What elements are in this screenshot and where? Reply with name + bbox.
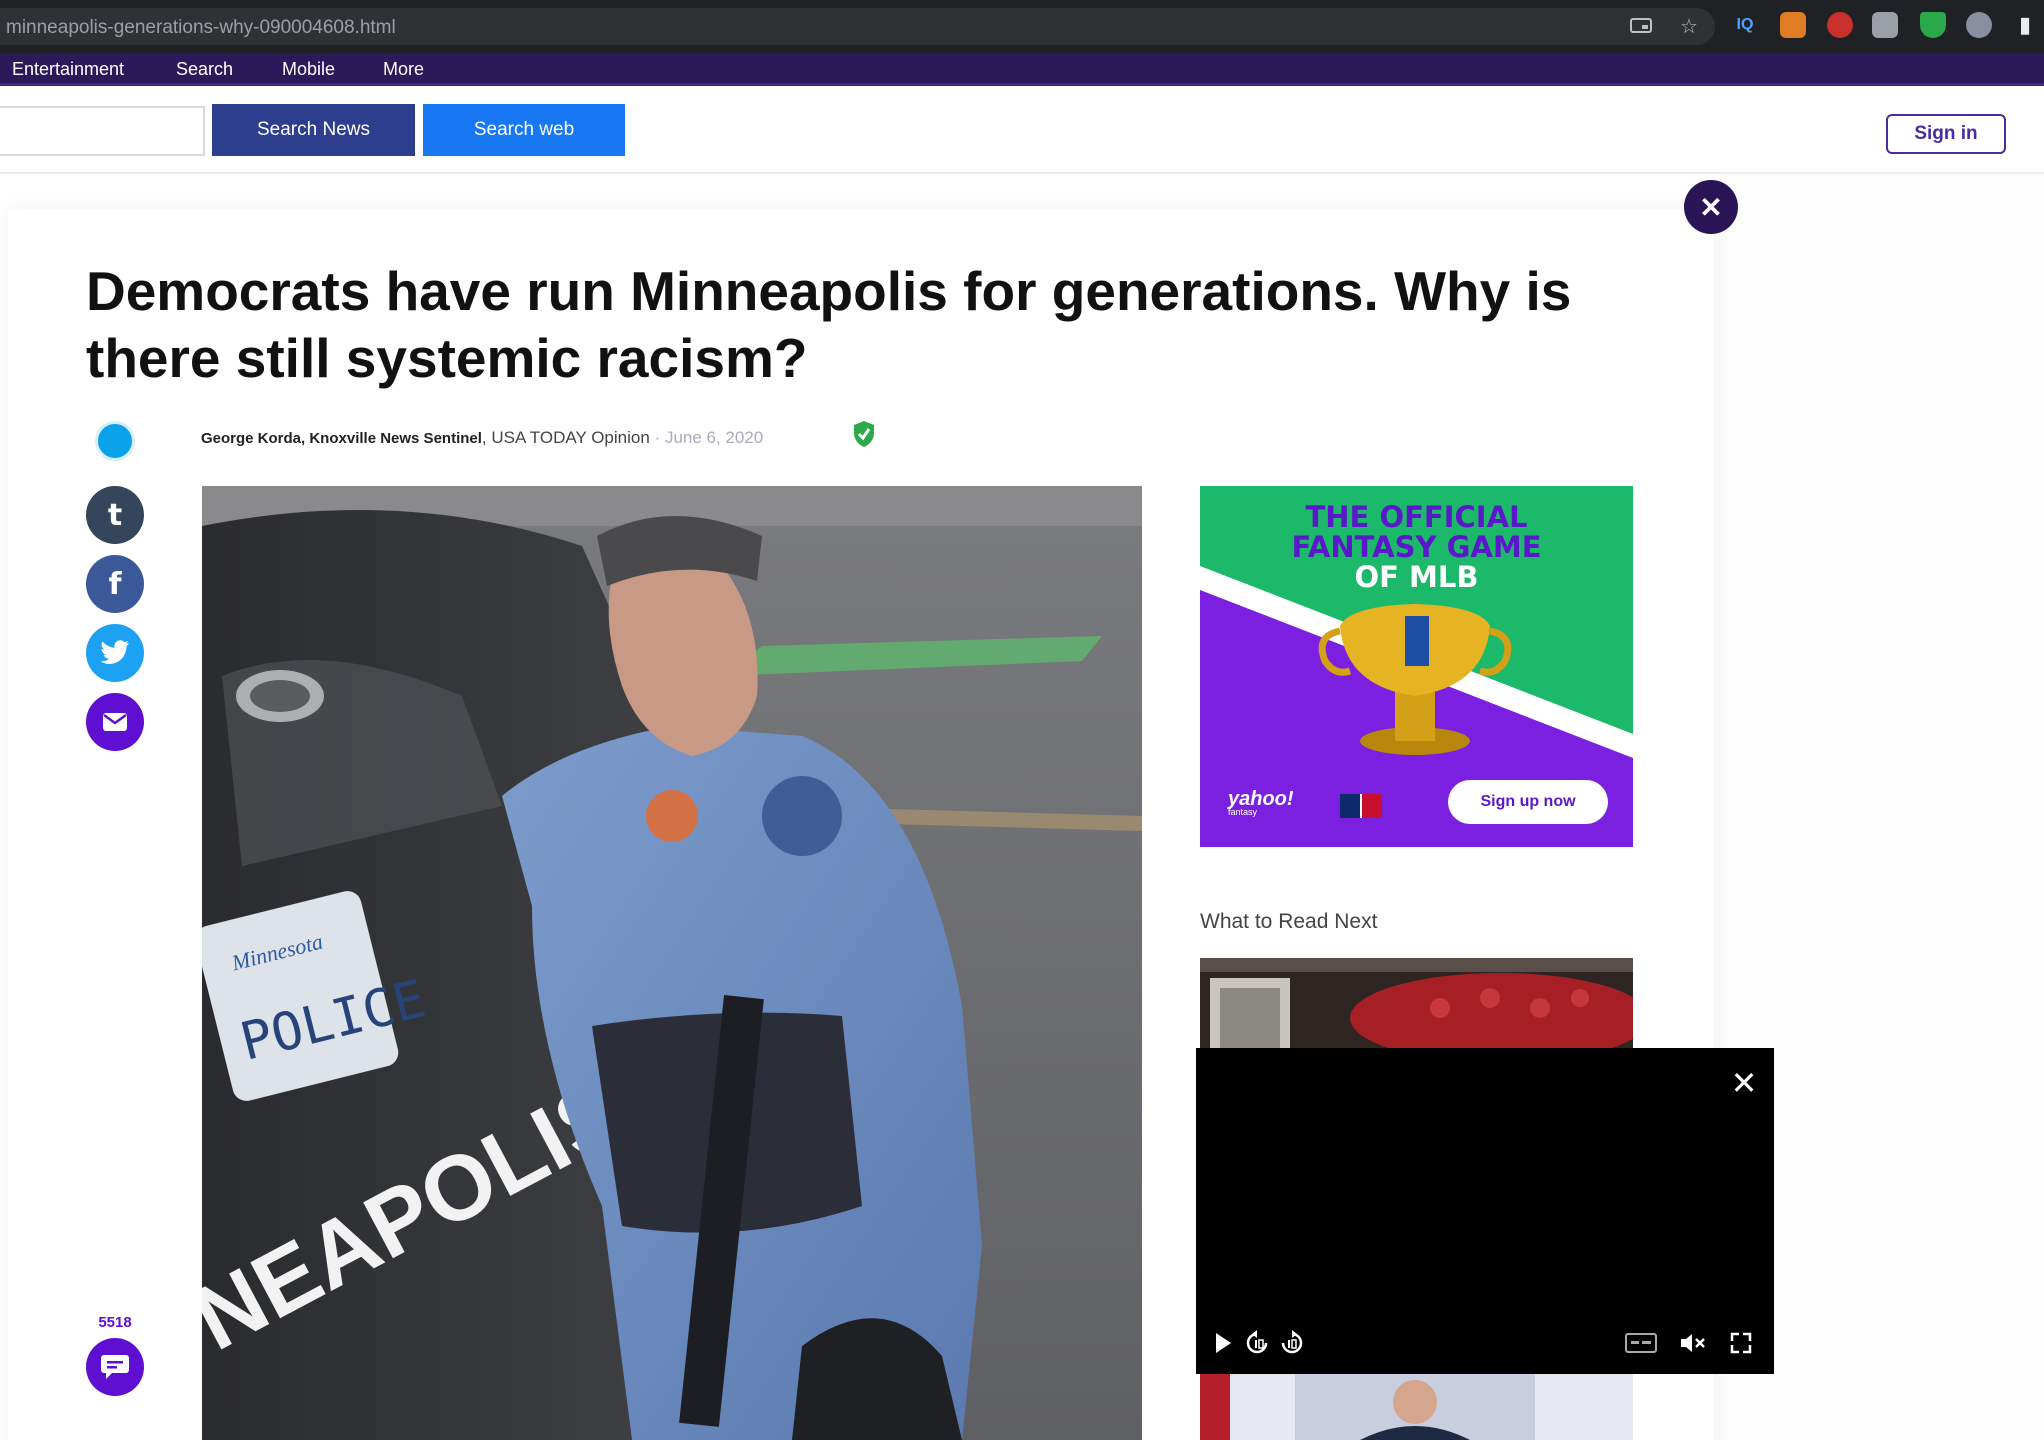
close-icon: ✕ [1699,191,1723,223]
video-close-button[interactable]: ✕ [1727,1065,1761,1101]
rewind-10-button[interactable] [1242,1326,1272,1360]
byline-separator: · [654,428,661,447]
site-nav: Entertainment Search Mobile More [0,53,2044,86]
tumblr-icon: t [107,497,123,533]
fullscreen-button[interactable] [1726,1326,1756,1360]
captions-button[interactable] [1624,1326,1658,1360]
rewind-icon [1246,1330,1268,1354]
sign-in-button[interactable]: Sign in [1886,114,2006,154]
nav-item-search[interactable]: Search [176,59,233,80]
puzzle-extension-icon[interactable]: ▮ [2012,12,2038,38]
ad-sign-up-button[interactable]: Sign up now [1448,780,1608,824]
close-article-button[interactable]: ✕ [1684,180,1738,234]
ad-headline: THE OFFICIAL FANTASY GAME OF MLB [1291,500,1542,594]
nav-item-mobile[interactable]: Mobile [282,59,335,80]
article-headline: Democrats have run Minneapolis for gener… [86,260,1572,389]
notification-extension-icon[interactable] [1827,12,1853,38]
read-next-thumbnail-2[interactable] [1200,1372,1633,1440]
shield-extension-icon[interactable] [1920,12,1946,38]
outlet-name: USA TODAY Opinion [491,428,650,447]
share-facebook-button[interactable]: f [86,555,144,613]
settings-extension-icon[interactable] [1966,12,1992,38]
extension-icon[interactable] [1872,12,1898,38]
byline: George Korda, Knoxville News Sentinel, U… [201,428,764,447]
forward-10-button[interactable] [1277,1326,1307,1360]
iq-extension-icon[interactable]: IQ [1732,12,1758,38]
captions-icon [1625,1333,1657,1353]
search-web-button[interactable]: Search web [423,104,625,156]
read-next-thumbnail[interactable] [1200,958,1633,1048]
address-bar[interactable]: minneapolis-generations-why-090004608.ht… [0,8,1715,45]
twitter-icon [100,640,129,664]
close-icon: ✕ [1730,1065,1758,1101]
forward-icon [1281,1330,1303,1354]
article-hero-image[interactable]: POLICE Minnesota NEAPOLIS [202,486,1142,1440]
share-twitter-button[interactable] [86,624,144,682]
nav-item-entertainment[interactable]: Entertainment [12,59,124,80]
search-input[interactable] [0,106,205,156]
comment-bubble-icon [101,1355,129,1379]
bookmark-star-icon[interactable]: ☆ [1676,13,1702,39]
cast-icon[interactable] [1628,13,1654,39]
yahoo-logo: yahoo! fantasy [1228,788,1294,817]
browser-toolbar: minneapolis-generations-why-090004608.ht… [0,0,2044,53]
play-button[interactable] [1210,1326,1236,1360]
volume-muted-icon [1681,1334,1705,1352]
verified-shield-icon [854,421,874,447]
nav-item-more[interactable]: More [383,59,424,80]
share-tumblr-button[interactable]: t [86,486,144,544]
publisher-logo [95,421,135,461]
expand-icon [1730,1332,1752,1354]
comment-count: 5518 [98,1314,132,1331]
share-mail-button[interactable] [86,693,144,751]
mail-icon [103,713,127,731]
mlb-fantasy-ad[interactable]: THE OFFICIAL FANTASY GAME OF MLB yahoo! … [1200,486,1633,847]
read-next-heading: What to Read Next [1200,910,1378,933]
publish-date: June 6, 2020 [664,428,764,447]
mute-button[interactable] [1678,1326,1708,1360]
search-news-button[interactable]: Search News [212,104,415,156]
play-icon [1216,1333,1231,1353]
comments-button[interactable] [86,1338,144,1396]
url-text[interactable]: minneapolis-generations-why-090004608.ht… [6,17,396,39]
header-divider [0,172,2044,174]
author-name[interactable]: George Korda, Knoxville News Sentinel [201,430,482,447]
metamask-extension-icon[interactable] [1780,12,1806,38]
facebook-icon: f [108,566,122,602]
